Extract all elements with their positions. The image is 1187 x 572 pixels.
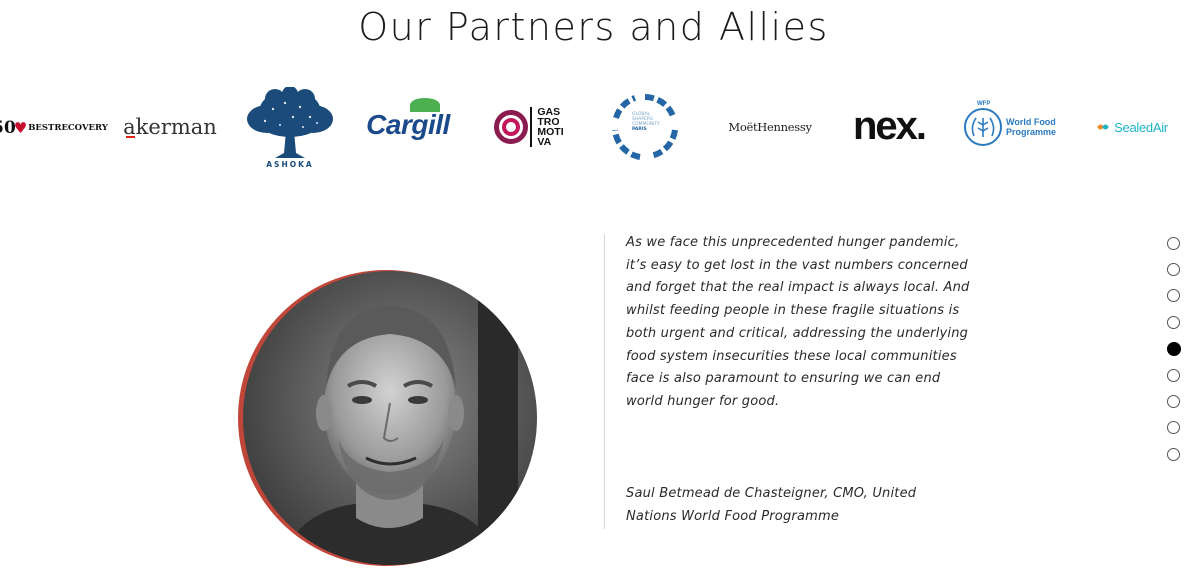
- quote-divider: [604, 234, 605, 529]
- logo-nex[interactable]: nex.: [843, 104, 935, 148]
- logo-global-line4: PARIS: [632, 127, 647, 132]
- un-emblem-icon: WFP: [963, 101, 1002, 146]
- ring-inner: [502, 118, 521, 136]
- testimonial-attribution: Saul Betmead de Chasteigner, CMO, United…: [626, 486, 917, 524]
- tree-icon: [247, 87, 333, 158]
- carousel-dot-1[interactable]: [1167, 237, 1180, 250]
- testimonial-quote: As we face this unprecedented hunger pan…: [626, 235, 970, 409]
- logo-moet-hennessy[interactable]: MoëtHennessy: [726, 116, 814, 138]
- logo-ashoka[interactable]: ASHOKA: [242, 85, 338, 171]
- logo-gastro-bar: [530, 107, 533, 147]
- logo-ashoka-text: ASHOKA: [266, 160, 314, 169]
- sealed-air-mark-icon: [1097, 124, 1109, 130]
- carousel-dot-2[interactable]: [1167, 263, 1180, 277]
- logo-akerman-underline: [126, 136, 136, 138]
- carousel-dot-7[interactable]: [1167, 395, 1180, 409]
- heart-icon: ♥: [13, 119, 28, 137]
- carousel-dot-6[interactable]: [1167, 368, 1180, 382]
- logo-cargill-text: Cargill: [366, 109, 450, 140]
- wheat-icon: [971, 117, 995, 137]
- logo-wfp-line2: Programme: [1005, 127, 1057, 137]
- carousel-pagination: [1167, 237, 1183, 474]
- logo-global-shapers-paris[interactable]: GLOBAL SHAPERS COMMUNITY PARIS: [610, 92, 680, 162]
- logo-global-text: GLOBAL SHAPERS COMMUNITY PARIS: [632, 112, 666, 132]
- logo-50best-line2: RECOVERY: [54, 122, 108, 133]
- logo-akerman-text: akerman: [123, 115, 217, 139]
- logo-wfp-tag: WFP: [976, 101, 991, 107]
- carousel-dot-3[interactable]: [1167, 289, 1180, 303]
- logo-50-best-recovery[interactable]: 50 ♥ BESTRECOVERY: [0, 116, 108, 140]
- carousel-dot-4[interactable]: [1167, 315, 1180, 329]
- logo-akerman-wordmark: akerman: [123, 115, 217, 139]
- logo-sealed-air[interactable]: SealedAir: [1082, 116, 1182, 138]
- portrait-photo: [238, 270, 537, 566]
- testimonial-portrait: [238, 268, 538, 568]
- leaf-icon: [410, 98, 441, 112]
- logo-moet-text: MoëtHennessy: [728, 120, 812, 134]
- logo-wfp-line1: World Food: [1005, 117, 1056, 127]
- logo-gastromotiva[interactable]: GAS TRO MOTI VA: [486, 104, 572, 150]
- section-title: Our Partners and Allies: [358, 5, 829, 49]
- logo-sealed-air-text: SealedAir: [1114, 119, 1168, 135]
- logo-wfp-text: World Food Programme: [1006, 117, 1056, 137]
- logo-cargill-wordmark: Cargill: [366, 98, 450, 141]
- carousel-dot-9[interactable]: [1167, 447, 1180, 461]
- logo-nex-text: nex.: [852, 104, 927, 148]
- logo-50best-line1: BEST: [28, 122, 55, 133]
- ring-icon: [494, 110, 529, 144]
- logo-gastro-text: GAS TRO MOTI VA: [537, 107, 563, 148]
- carousel-dot-5[interactable]: [1167, 341, 1181, 356]
- logo-world-food-programme[interactable]: WFP World Food Programme: [960, 101, 1060, 150]
- logo-akerman[interactable]: akerman: [120, 110, 220, 144]
- logo-gastro-line4: VA: [537, 136, 552, 148]
- partner-logos: 50 ♥ BESTRECOVERY akerman: [0, 80, 1187, 180]
- logo-cargill[interactable]: Cargill: [360, 98, 456, 148]
- logo-50best-text: BESTRECOVERY: [28, 122, 108, 133]
- carousel-dot-8[interactable]: [1167, 421, 1180, 435]
